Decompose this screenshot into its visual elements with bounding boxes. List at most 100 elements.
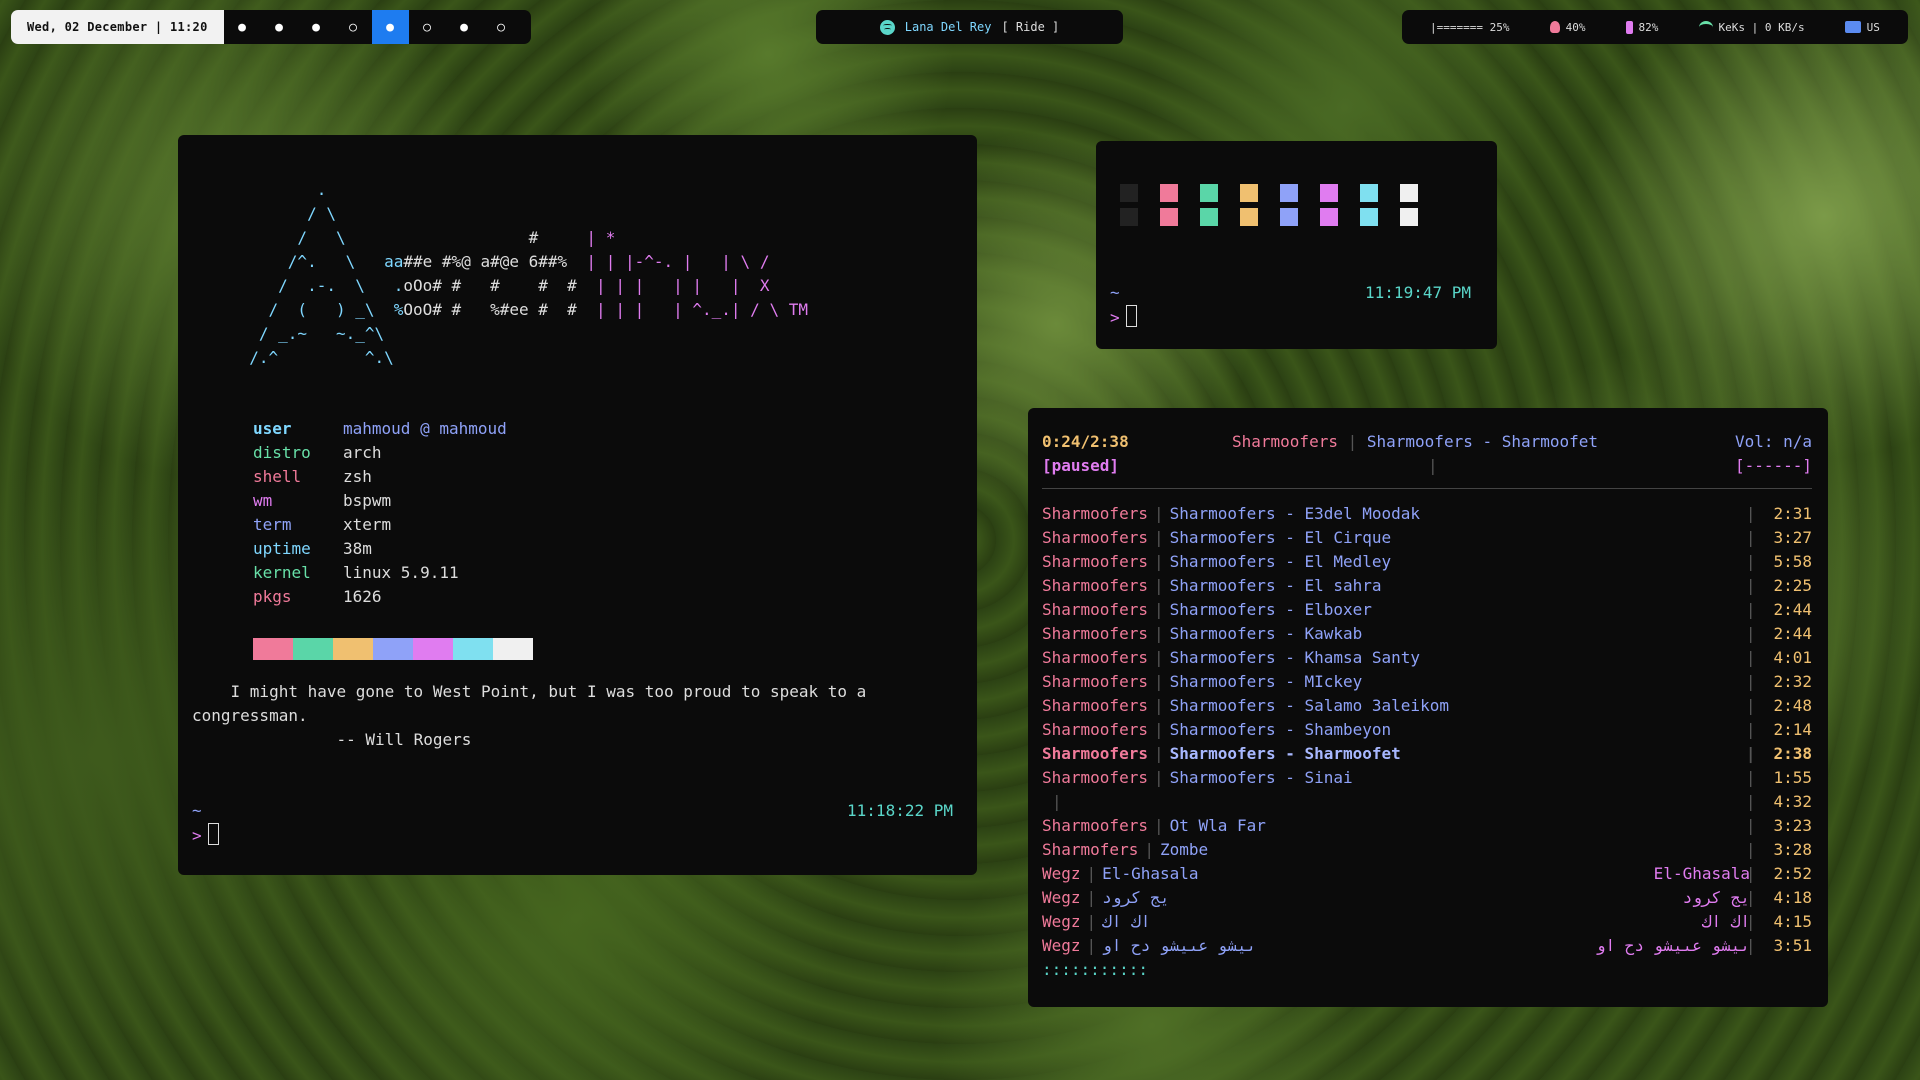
track-title: Sharmoofers - El Medley	[1169, 552, 1392, 571]
progress-divider: |	[1428, 456, 1438, 475]
column-separator: |	[1153, 720, 1164, 739]
column-separator: |	[1086, 936, 1097, 955]
music-player-window[interactable]: 0:24/2:38 [paused] Sharmoofers | Sharmoo…	[1028, 408, 1828, 1007]
playlist-row[interactable]: Sharmoofers | Sharmoofers - El Cirque 3:27	[1042, 526, 1812, 550]
color-terminal-window[interactable]: ~ > 11:19:47 PM	[1096, 141, 1497, 349]
keyboard-layout-indicator[interactable]: US	[1844, 20, 1880, 34]
system-status-bar: |======= 25% 40% 82% KeKs | 0 KB/s US	[1402, 10, 1908, 44]
track-duration: 2:32	[1746, 670, 1812, 694]
volume-label: Vol: n/a	[1734, 432, 1812, 451]
track-title: Sharmoofers - Elboxer	[1169, 600, 1372, 619]
track-artist: Sharmoofers	[1042, 696, 1148, 715]
color-block	[1280, 208, 1298, 226]
playlist-row[interactable]: Sharmoofers | Sharmoofers - Elboxer 2:44	[1042, 598, 1812, 622]
playlist-row[interactable]: Sharmoofers | Sharmoofers - Sinai 1:55	[1042, 766, 1812, 790]
workspace-2[interactable]: ●	[261, 10, 298, 44]
info-row-shell: shell zsh	[253, 465, 507, 489]
fetch-terminal-window[interactable]: . / \ / \ # | * /^. \ aa##e #%@ a#@e 6##…	[178, 135, 977, 875]
cwd-tilde: ~	[192, 801, 202, 820]
track-title: اك اك	[1102, 912, 1151, 931]
info-value: linux 5.9.11	[343, 563, 459, 582]
track-title: Sharmoofers - Kawkab	[1169, 624, 1363, 643]
track-title: Sharmoofers - Salamo 3aleikom	[1169, 696, 1449, 715]
info-key: shell	[253, 467, 302, 486]
track-title: Sharmoofers - E3del Moodak	[1169, 504, 1421, 523]
workspace-7[interactable]: ●	[446, 10, 483, 44]
playlist-row[interactable]: Wegz|اك اكاك اك4:15	[1042, 910, 1812, 934]
network-value: KeKs | 0 KB/s	[1718, 20, 1805, 34]
track-artist: Sharmoofers	[1042, 816, 1148, 835]
column-separator: |	[1052, 792, 1062, 811]
playback-state[interactable]: [paused]	[1042, 454, 1119, 478]
track-title: ىيشو عىيشو دح او	[1102, 936, 1257, 955]
color-block	[1400, 184, 1418, 202]
track-artist: Sharmoofers	[1042, 576, 1148, 595]
info-row-wm: wm bspwm	[253, 489, 507, 513]
playlist-row[interactable]: Sharmofers | Zombe 3:28	[1042, 838, 1812, 862]
playlist-row[interactable]: Sharmoofers | Sharmoofers - El Medley 5:58	[1042, 550, 1812, 574]
playlist-row[interactable]: Wegz|يج كروديج كرود4:18	[1042, 886, 1812, 910]
track-duration: 4:18	[1746, 886, 1812, 910]
playlist-row[interactable]: Sharmoofers | Sharmoofers - Salamo 3aleiko…	[1042, 694, 1812, 718]
track-title: Sharmoofers - Sinai	[1169, 768, 1353, 787]
workspace-5[interactable]: ●	[371, 10, 409, 44]
shell-prompt[interactable]: >	[192, 823, 219, 848]
column-separator: |	[1153, 744, 1164, 763]
color-block	[1160, 184, 1178, 202]
track-artist: Sharmoofers	[1042, 624, 1148, 643]
column-separator: |	[1153, 504, 1164, 523]
current-artist: Sharmoofers	[1232, 432, 1338, 451]
track-duration: 3:28	[1746, 838, 1812, 862]
playlist-row[interactable]: Sharmoofers | Sharmoofers - El sahra 2:25	[1042, 574, 1812, 598]
track-duration: 3:51	[1746, 934, 1812, 958]
color-block	[1360, 208, 1378, 226]
info-row-uptime: uptime 38m	[253, 537, 507, 561]
column-separator: |	[1153, 768, 1164, 787]
color-swatch	[333, 638, 373, 660]
playlist-row[interactable]: Sharmoofers | Sharmoofers - MIckey 2:32	[1042, 670, 1812, 694]
column-separator: |	[1153, 600, 1164, 619]
playlist-row[interactable]: Sharmoofers | Sharmoofers - Kawkab 2:44	[1042, 622, 1812, 646]
playlist-footer: :::::::::::	[1042, 960, 1148, 979]
now-playing-widget[interactable]: Lana Del Rey [ Ride ]	[816, 10, 1123, 44]
color-swatch	[373, 638, 413, 660]
track-duration: 1:55	[1746, 766, 1812, 790]
playlist-row[interactable]: Sharmoofers | Sharmoofers - Shambeyon 2:14	[1042, 718, 1812, 742]
info-key: user	[253, 419, 292, 438]
track-artist: Wegz	[1042, 864, 1081, 883]
volume-indicator[interactable]: |======= 25%	[1430, 21, 1509, 34]
playlist-row[interactable]: Sharmoofers | Sharmoofers - Sharmoofet 2:38	[1042, 742, 1812, 766]
playlist-row[interactable]: Sharmoofers | Sharmoofers - Khamsa Santy 4:…	[1042, 646, 1812, 670]
color-block	[1120, 208, 1138, 226]
info-value: zsh	[343, 467, 372, 486]
track-duration: 4:32	[1746, 790, 1812, 814]
workspace-6[interactable]: ○	[409, 10, 446, 44]
volume-bar[interactable]: [------]	[1735, 454, 1812, 478]
track-duration: 2:48	[1746, 694, 1812, 718]
arch-ascii-logo: . / \ / \ # | * /^. \ aa##e #%@ a#@e 6##…	[230, 180, 808, 367]
workspace-3[interactable]: ●	[298, 10, 335, 44]
bulb-icon	[1549, 21, 1560, 33]
column-separator: |	[1144, 840, 1154, 859]
playlist-row[interactable]: Wegz|ىيشو عىيشو دح اوىيشو عىيشو دح او3:5…	[1042, 934, 1812, 958]
shell-prompt[interactable]: >	[1110, 305, 1137, 330]
network-indicator[interactable]: KeKs | 0 KB/s	[1698, 20, 1805, 34]
keyboard-layout-value: US	[1866, 20, 1880, 34]
playlist-row[interactable]: Wegz|El-GhasalaEl-Ghasala2:52	[1042, 862, 1812, 886]
info-row-term: term xterm	[253, 513, 507, 537]
track-title: Sharmoofers - Shambeyon	[1169, 720, 1392, 739]
info-value: xterm	[343, 515, 392, 534]
now-playing-title: [ Ride ]	[1001, 20, 1060, 34]
track-title: Sharmoofers - Sharmoofet	[1169, 744, 1401, 763]
track-artist: Sharmoofers	[1042, 504, 1148, 523]
column-separator: |	[1153, 672, 1164, 691]
track-artist: Sharmoofers	[1042, 744, 1148, 763]
color-swatch	[413, 638, 453, 660]
playlist-row[interactable]: | 4:32	[1042, 790, 1812, 814]
playlist-row[interactable]: Sharmoofers | Sharmoofers - E3del Moodak 2:…	[1042, 502, 1812, 526]
workspace-1[interactable]: ●	[224, 10, 261, 44]
playlist-row[interactable]: Sharmoofers | Ot Wla Far 3:23	[1042, 814, 1812, 838]
workspace-4[interactable]: ○	[335, 10, 372, 44]
workspace-8[interactable]: ○	[483, 10, 520, 44]
brightness-indicator[interactable]: 40%	[1549, 21, 1585, 34]
